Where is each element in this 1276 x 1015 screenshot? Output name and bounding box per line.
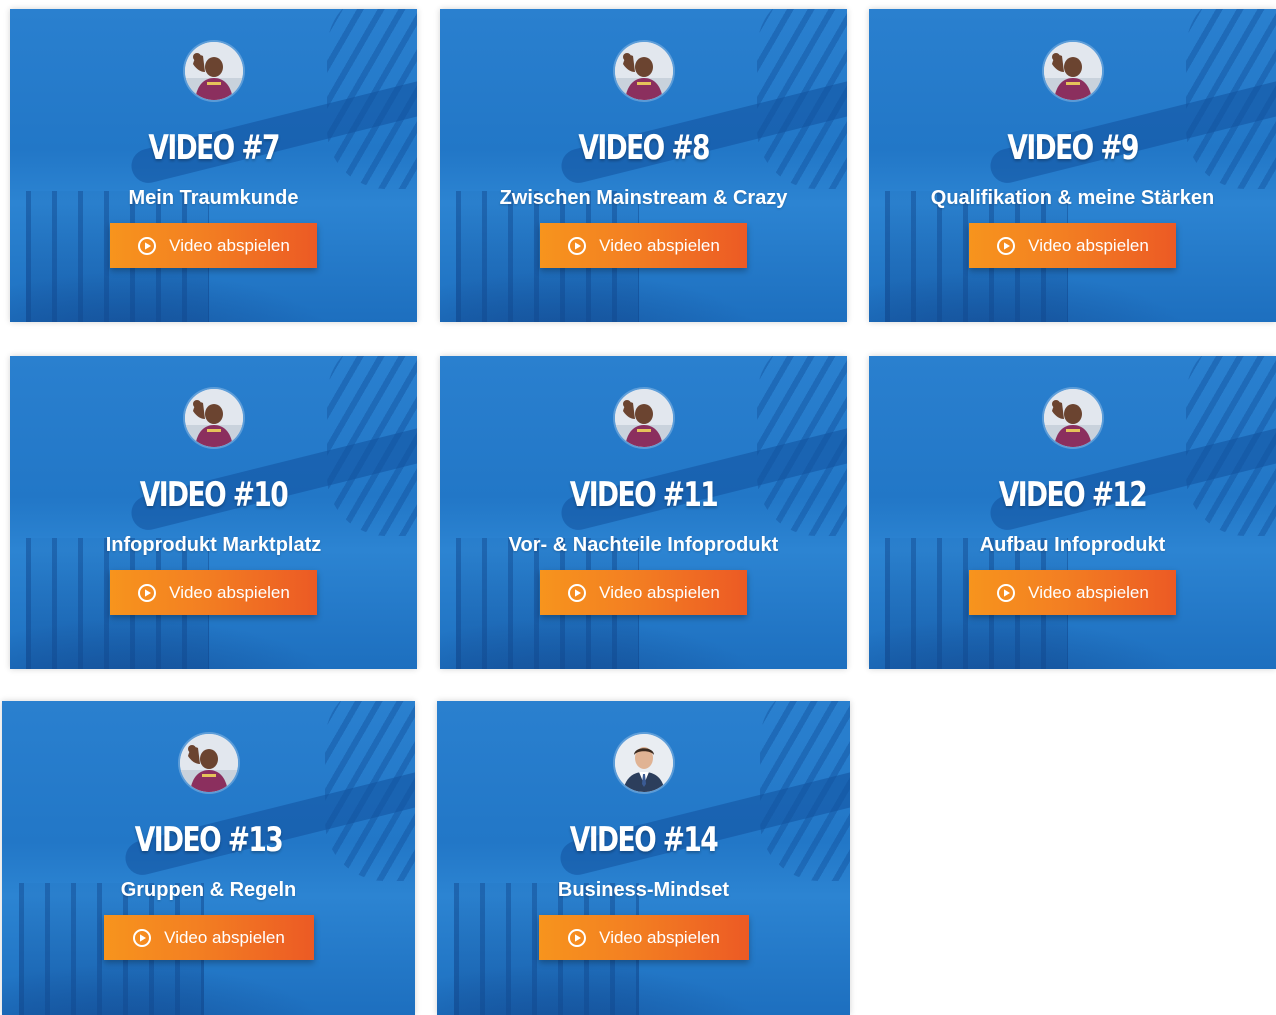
play-video-button[interactable]: Video abspielen [540, 223, 747, 268]
video-title: VIDEO #8 [578, 128, 710, 168]
play-video-button[interactable]: Video abspielen [969, 570, 1176, 615]
play-video-button-label: Video abspielen [164, 927, 285, 947]
video-card-grid: VIDEO #7 Mein Traumkunde Video abspielen… [0, 0, 1276, 1015]
play-circle-icon [132, 928, 152, 948]
video-subtitle: Qualifikation & meine Stärken [930, 187, 1215, 209]
play-video-button-label: Video abspielen [599, 582, 720, 602]
video-card: VIDEO #9 Qualifikation & meine Stärken V… [869, 9, 1276, 322]
presenter-avatar [184, 389, 243, 447]
video-card: VIDEO #13 Gruppen & Regeln Video abspiel… [2, 701, 415, 1015]
presenter-avatar [184, 42, 243, 100]
play-video-button-label: Video abspielen [599, 235, 720, 255]
play-video-button[interactable]: Video abspielen [103, 915, 314, 960]
play-circle-icon [137, 236, 157, 256]
play-video-button-label: Video abspielen [1028, 235, 1149, 255]
presenter-avatar [614, 389, 673, 447]
video-title: VIDEO #12 [998, 475, 1148, 515]
video-card: VIDEO #8 Zwischen Mainstream & Crazy Vid… [440, 9, 847, 322]
video-subtitle: Aufbau Infoprodukt [979, 534, 1166, 556]
play-circle-icon [567, 583, 587, 603]
video-card: VIDEO #10 Infoprodukt Marktplatz Video a… [10, 356, 417, 669]
video-title: VIDEO #14 [569, 820, 719, 860]
play-video-button-label: Video abspielen [169, 582, 290, 602]
video-title: VIDEO #13 [134, 820, 284, 860]
video-card: VIDEO #14 Business-Mindset Video abspiel… [437, 701, 850, 1015]
video-subtitle: Business-Mindset [557, 879, 730, 901]
video-card: VIDEO #7 Mein Traumkunde Video abspielen [10, 9, 417, 322]
play-video-button-label: Video abspielen [599, 927, 720, 947]
video-title: VIDEO #7 [148, 128, 280, 168]
video-subtitle: Zwischen Mainstream & Crazy [499, 187, 788, 209]
video-title: VIDEO #10 [139, 475, 289, 515]
play-video-button[interactable]: Video abspielen [110, 570, 317, 615]
video-subtitle: Gruppen & Regeln [120, 879, 297, 901]
presenter-avatar [614, 734, 673, 792]
play-circle-icon [996, 236, 1016, 256]
presenter-avatar [614, 42, 673, 100]
presenter-avatar [1043, 389, 1102, 447]
presenter-avatar [1043, 42, 1102, 100]
play-circle-icon [137, 583, 157, 603]
play-video-button[interactable]: Video abspielen [969, 223, 1176, 268]
presenter-avatar [179, 734, 238, 792]
video-title: VIDEO #11 [569, 475, 719, 515]
video-card: VIDEO #12 Aufbau Infoprodukt Video abspi… [869, 356, 1276, 669]
video-subtitle: Infoprodukt Marktplatz [105, 534, 322, 556]
play-circle-icon [996, 583, 1016, 603]
video-card: VIDEO #11 Vor- & Nachteile Infoprodukt V… [440, 356, 847, 669]
video-subtitle: Vor- & Nachteile Infoprodukt [508, 534, 779, 556]
play-circle-icon [567, 928, 587, 948]
video-subtitle: Mein Traumkunde [128, 187, 299, 209]
play-video-button[interactable]: Video abspielen [538, 915, 749, 960]
play-video-button-label: Video abspielen [1028, 582, 1149, 602]
play-video-button[interactable]: Video abspielen [540, 570, 747, 615]
play-video-button[interactable]: Video abspielen [110, 223, 317, 268]
video-title: VIDEO #9 [1007, 128, 1139, 168]
play-video-button-label: Video abspielen [169, 235, 290, 255]
play-circle-icon [567, 236, 587, 256]
